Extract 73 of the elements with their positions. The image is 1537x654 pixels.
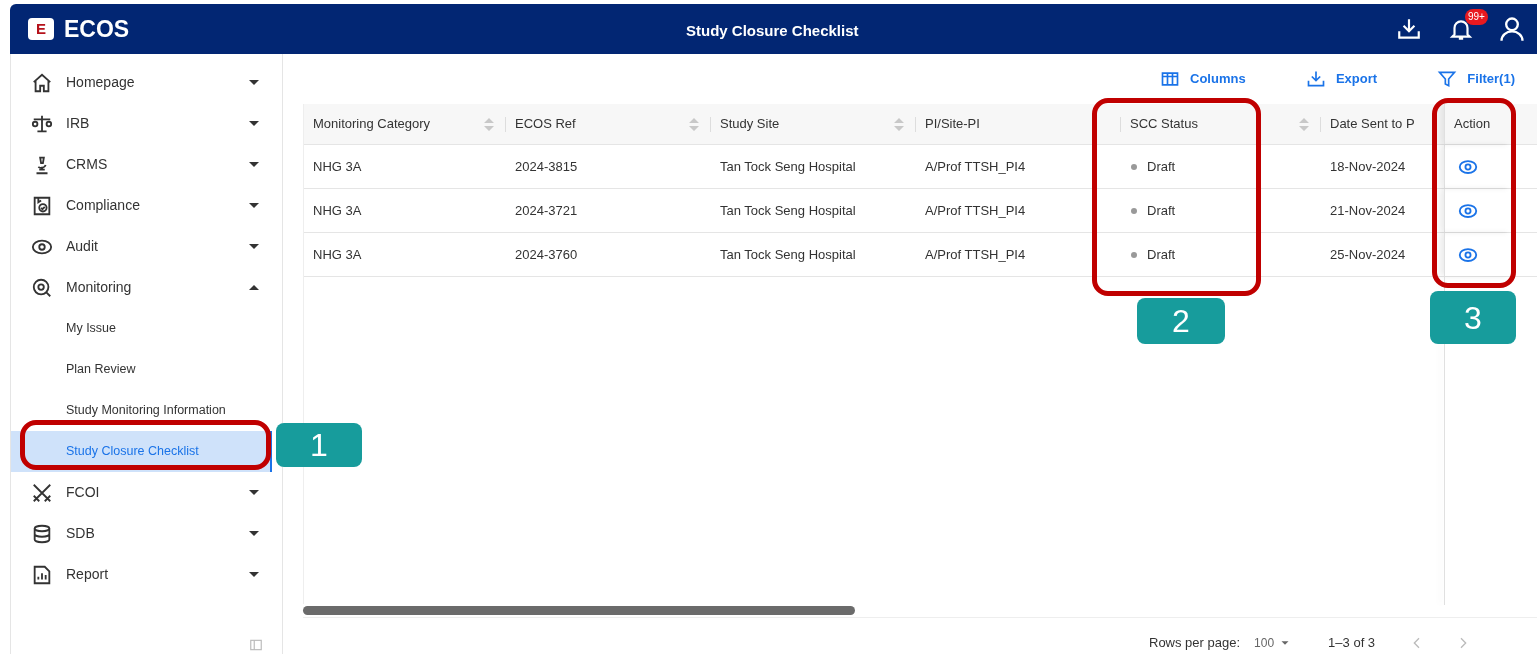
caret-down-icon [249,80,259,85]
magnifier-eye-icon [31,276,53,299]
sidebar-subitem[interactable]: My Issue [11,308,282,349]
app-name: ECOS [64,14,130,44]
caret-down-icon [249,490,259,495]
sidebar-item[interactable]: Monitoring [11,267,282,308]
sidebar-item[interactable]: Homepage [11,62,282,103]
sidebar-item[interactable]: Compliance [11,185,282,226]
page-title: Study Closure Checklist [686,21,859,41]
logo: E [28,18,54,40]
caret-down-icon [249,244,259,249]
page-range: 1–3 of 3 [1328,634,1376,653]
status-text: Draft [1147,157,1176,176]
sidebar-item[interactable]: CRMS [11,144,282,185]
table-cell-text: A/Prof TTSH_PI4 [924,157,1027,176]
table-cell-text: 25-Nov-2024 [1329,245,1407,264]
column-header[interactable]: Study Site [711,104,916,144]
column-header[interactable]: Monitoring Category [304,104,506,144]
table-cell-text: A/Prof TTSH_PI4 [924,245,1027,264]
sidebar-item[interactable]: Report [11,554,282,595]
table-cell-text: 21-Nov-2024 [1329,201,1407,220]
step-badge: 1 [276,423,362,467]
filter-icon [1437,69,1458,89]
table-cell-text: 18-Nov-2024 [1329,157,1407,176]
table-cell-text: NHG 3A [312,157,363,176]
sidebar-subitem[interactable]: Plan Review [11,349,282,390]
status-text: Draft [1147,245,1176,264]
column-header[interactable]: Date Sent to P [1321,104,1444,144]
table-cell-text: Tan Tock Seng Hospital [719,157,857,176]
table-cell-text: NHG 3A [312,245,363,264]
status-text: Draft [1147,201,1176,220]
sidebar-item[interactable]: SDB [11,513,282,554]
column-header[interactable]: PI/Site-PI [916,104,1121,144]
database-icon [31,522,53,545]
sidebar-item[interactable]: IRB [11,103,282,144]
sidebar-item[interactable]: Audit [11,226,282,267]
caret-down-icon [249,121,259,126]
bar-chart-document-icon [31,563,53,586]
table-cell-text: Tan Tock Seng Hospital [719,245,857,264]
table-cell-text: A/Prof TTSH_PI4 [924,201,1027,220]
caret-down-icon [249,203,259,208]
table-cell-text: 2024-3815 [514,157,579,176]
download-icon [1305,69,1326,89]
table-cell-text: 2024-3721 [514,201,579,220]
caret-up-icon [249,285,259,290]
sidebar-item[interactable]: FCOI [11,472,282,513]
caret-down-icon [249,162,259,167]
user-icon [1498,15,1526,43]
caret-down-icon [249,572,259,577]
scrollbar-thumb[interactable] [303,606,855,615]
rows-per-page-select[interactable]: 100 [1254,634,1293,652]
toolbar-button[interactable]: Columns [1160,69,1246,89]
step-badge: 3 [1430,291,1516,344]
toolbar-button[interactable]: Export [1305,69,1378,89]
user-button[interactable] [1498,15,1526,43]
notification-badge: 99+ [1465,9,1488,25]
house-icon [31,71,53,94]
document-check-icon [31,194,53,217]
download-button[interactable] [1396,16,1422,42]
table-cell-text: 2024-3760 [514,245,579,264]
toolbar-button[interactable]: Filter(1) [1437,69,1515,89]
step-badge: 2 [1137,298,1225,344]
panel-toggle-icon [248,638,264,652]
table-cell-text: NHG 3A [312,201,363,220]
table-cell-text: Tan Tock Seng Hospital [719,201,857,220]
download-icon [1396,16,1422,42]
column-header[interactable]: Action [1444,104,1511,144]
rows-per-page-label: Rows per page: [1149,634,1241,653]
caret-down-icon [249,531,259,536]
column-header[interactable]: SCC Status [1121,104,1321,144]
crossed-swords-icon [31,481,53,504]
column-header[interactable]: ECOS Ref [506,104,711,144]
columns-icon [1160,69,1180,89]
